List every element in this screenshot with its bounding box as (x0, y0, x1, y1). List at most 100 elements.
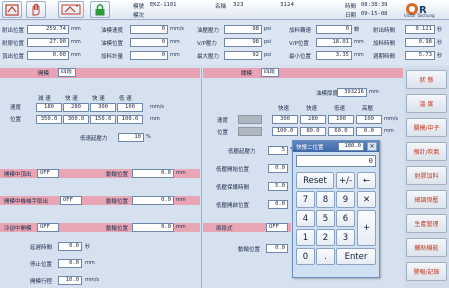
close-position-field[interactable]: 60.0 (328, 127, 354, 136)
open-position-field[interactable]: 100.0 (117, 115, 143, 124)
status-label: V/P壓力 (197, 41, 217, 47)
column-header: 快速 (306, 106, 318, 112)
status-unit: psi (264, 39, 272, 45)
plus-minus-button[interactable]: +/- (336, 172, 355, 189)
date-label: 日期 (345, 13, 357, 19)
column-header: 快 速 (92, 96, 105, 102)
digit-key-4[interactable]: 4 (296, 210, 315, 227)
enter-button[interactable]: Enter (336, 248, 376, 265)
name-label: 名稱 (215, 4, 227, 10)
digit-key-2[interactable]: 2 (316, 229, 335, 246)
action-position-field[interactable]: 0.0 (266, 244, 288, 253)
sidebar-item[interactable]: 生產管理 (406, 214, 447, 233)
status-unit: mm (354, 52, 364, 58)
open-speed-field[interactable]: 180 (36, 103, 62, 112)
open-stroke-label: 開模行程 (30, 279, 53, 285)
low-speed-pressure-field[interactable]: 10 (118, 133, 144, 142)
low-pressure-open-field[interactable]: 0.0 (268, 200, 288, 209)
mold-thickness-field[interactable]: 393216 (337, 88, 367, 97)
sidebar-item[interactable]: 輔助機能 (406, 238, 447, 257)
mold-adjust-icon[interactable] (58, 1, 84, 18)
status-label: 頂出位置 (2, 54, 25, 60)
stop-position-field[interactable]: 0.0 (58, 259, 82, 268)
close-position-field[interactable]: 100.0 (272, 127, 298, 136)
clear-button[interactable]: ✕ (357, 191, 376, 208)
digit-key-3[interactable]: 3 (336, 229, 355, 246)
two-stage-toggle[interactable]: OFF (266, 223, 288, 232)
low-speed-pressure-label: 低速起壓力 (80, 136, 108, 142)
close-mold-stages[interactable]: 四段 (261, 68, 279, 77)
open-speed-field[interactable]: 100 (117, 103, 143, 112)
left-section-header (0, 68, 200, 78)
close-position-field (238, 127, 262, 136)
sidebar-item[interactable]: 狀 態 (406, 70, 447, 89)
close-speed-field[interactable]: 100 (328, 115, 354, 124)
status-value: 0 (130, 38, 168, 47)
lock-icon[interactable] (90, 1, 110, 18)
mode-value: 模次 (133, 13, 145, 19)
cooling-position-field[interactable]: 0.0 (132, 223, 174, 232)
reset-button[interactable]: Reset (296, 172, 334, 189)
low-pressure-time-label: 低壓保護時間 (216, 185, 250, 191)
keypad-title: 快慢二位置 (296, 145, 324, 151)
open-speed-field[interactable]: 300 (90, 103, 116, 112)
open-during-cooling-toggle[interactable]: OFF (37, 223, 59, 232)
delay-time-field[interactable]: 0.0 (58, 242, 82, 251)
low-pressure-time-field[interactable]: 5.0 (268, 182, 288, 191)
backspace-button[interactable]: ← (357, 172, 376, 189)
digit-key-dot[interactable]: . (316, 248, 335, 265)
sidebar-item[interactable]: 關模/中子 (406, 118, 447, 137)
open-stroke-field[interactable]: 10.0 (58, 276, 82, 285)
open-position-field[interactable]: 350.0 (36, 115, 62, 124)
open-mold-stages[interactable]: 四段 (58, 68, 76, 77)
sidebar-item[interactable]: 溫 度 (406, 94, 447, 113)
open-speed-field[interactable]: 280 (63, 103, 89, 112)
status-unit: psi (264, 26, 272, 32)
status-unit: mm (354, 39, 364, 45)
plus-button[interactable]: + (357, 210, 376, 246)
keypad-close-icon[interactable]: ✕ (367, 142, 377, 151)
status-value: 27.90 (27, 38, 69, 47)
time-value: 08:38:39 (361, 2, 388, 8)
low-pressure-open-label: 低壓開啟位置 (216, 203, 250, 209)
close-position-field[interactable]: 0.0 (356, 127, 382, 136)
status-label: 射膠位置 (2, 41, 25, 47)
open-during-cooling-label: 冷卻中開模 (4, 226, 32, 232)
sidebar-item[interactable]: 警報/記錄 (406, 262, 447, 281)
digit-key-6[interactable]: 6 (336, 210, 355, 227)
low-pressure-label: 低壓起壓力 (228, 149, 256, 155)
status-label: 加料時間 (373, 41, 396, 47)
digit-key-5[interactable]: 5 (316, 210, 335, 227)
open-position-label: 位置 (10, 117, 22, 123)
digit-key-1[interactable]: 1 (296, 229, 315, 246)
eject-position-field[interactable]: 0.0 (132, 169, 174, 178)
home-icon[interactable] (2, 1, 22, 18)
status-value: 98 (224, 25, 262, 34)
status-unit: 秒 (437, 27, 443, 33)
close-speed-field[interactable]: 300 (272, 115, 298, 124)
close-speed-field[interactable]: 280 (300, 115, 326, 124)
sidebar-item[interactable]: 射膠加料 (406, 166, 447, 185)
keypad-entry-display: 0 (296, 155, 376, 167)
low-pressure-start-field[interactable]: 0.0 (268, 164, 288, 173)
digit-key-7[interactable]: 7 (296, 191, 315, 208)
robot-position-field[interactable]: 0.0 (132, 196, 174, 205)
digit-key-9[interactable]: 9 (336, 191, 355, 208)
open-position-field[interactable]: 300.0 (63, 115, 89, 124)
open-position-field[interactable]: 150.0 (90, 115, 116, 124)
robot-during-open-toggle[interactable]: OFF (60, 196, 82, 205)
low-pressure-field[interactable]: 5 (268, 146, 288, 155)
digit-key-0[interactable]: 0 (296, 248, 315, 265)
manual-mode-icon[interactable] (26, 1, 46, 18)
action-position-label: 動輸位置 (238, 247, 261, 253)
digit-key-8[interactable]: 8 (316, 191, 335, 208)
sidebar-item[interactable]: 細調保壓 (406, 190, 447, 209)
open-mold-tab[interactable]: 開模 (38, 69, 49, 77)
eject-during-open-toggle[interactable]: OFF (37, 169, 59, 178)
time-label: 時間 (345, 4, 357, 10)
close-speed-field[interactable]: 100 (356, 115, 382, 124)
close-mold-tab[interactable]: 關模 (241, 69, 252, 77)
sidebar-item[interactable]: 預計/吹氣 (406, 142, 447, 161)
robot-during-open-label: 開模中機械手取出 (4, 199, 49, 205)
close-position-field[interactable]: 80.0 (300, 127, 326, 136)
